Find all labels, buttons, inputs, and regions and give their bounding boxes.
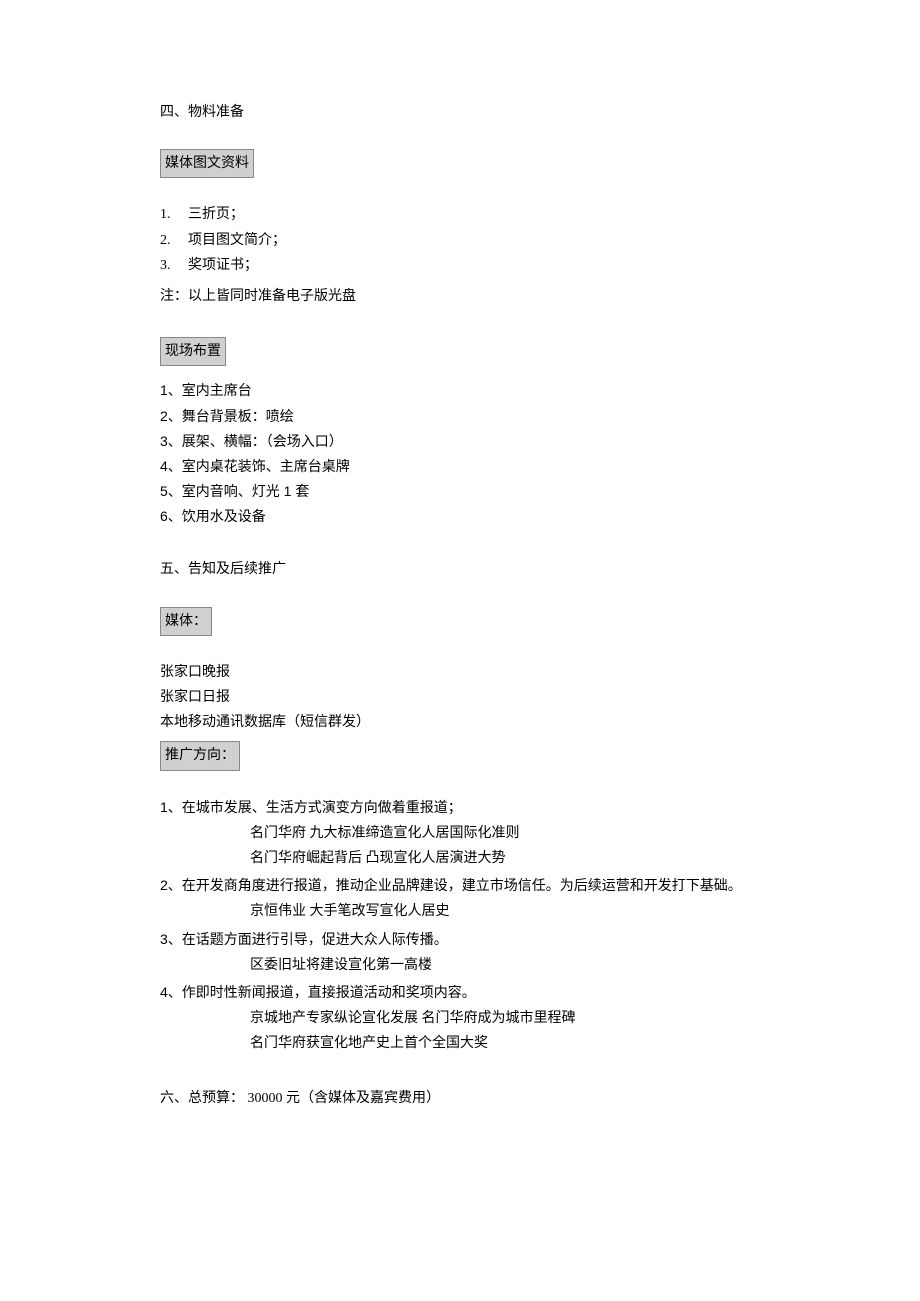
section-6: 六、总预算： 30000 元（含媒体及嘉宾费用） [160, 1086, 760, 1111]
promo-head: 2、在开发商角度进行报道，推动企业品牌建设，建立市场信任。为后续运营和开发打下基… [160, 873, 760, 899]
list-item: 4、室内桌花装饰、主席台桌牌 [160, 454, 760, 479]
media-materials-list: 1.三折页； 2.项目图文简介； 3.奖项证书； [160, 202, 760, 278]
promo-direction-label: 推广方向： [160, 741, 240, 770]
section-6-title: 六、总预算： 30000 元（含媒体及嘉宾费用） [160, 1086, 760, 1111]
item-number: 1 [160, 799, 168, 815]
list-item: 2.项目图文简介； [160, 228, 760, 253]
list-item: 3.奖项证书； [160, 253, 760, 278]
item-number: 3 [160, 931, 168, 947]
item-number: 1. [160, 202, 188, 227]
promo-item: 1、在城市发展、生活方式演变方向做着重报道； 名门华府 九大标准缔造宣化人居国际… [160, 795, 760, 872]
section-5-title: 五、告知及后续推广 [160, 557, 760, 582]
venue-list: 1、室内主席台 2、舞台背景板：喷绘 3、展架、横幅：（会场入口） 4、室内桌花… [160, 378, 760, 529]
item-text: 三折页； [188, 207, 244, 222]
promo-line: 名门华府崛起背后 凸现宣化人居演进大势 [160, 846, 760, 871]
promo-line: 京城地产专家纵论宣化发展 名门华府成为城市里程碑 [160, 1006, 760, 1031]
media-channel-label: 媒体： [160, 607, 212, 636]
promo-head: 3、在话题方面进行引导，促进大众人际传播。 [160, 927, 760, 953]
list-item: 张家口日报 [160, 685, 760, 710]
item-text: 、在城市发展、生活方式演变方向做着重报道； [168, 801, 462, 816]
list-item: 5、室内音响、灯光 1 套 [160, 479, 760, 504]
item-text: 、在开发商角度进行报道，推动企业品牌建设，建立市场信任。为后续运营和开发打下基础… [168, 879, 742, 894]
promo-list: 1、在城市发展、生活方式演变方向做着重报道； 名门华府 九大标准缔造宣化人居国际… [160, 795, 760, 1057]
item-number: 2 [160, 877, 168, 893]
list-item: 本地移动通讯数据库（短信群发） [160, 710, 760, 735]
section-4: 四、物料准备 媒体图文资料 1.三折页； 2.项目图文简介； 3.奖项证书； 注… [160, 100, 760, 529]
promo-item: 4、作即时性新闻报道，直接报道活动和奖项内容。 京城地产专家纵论宣化发展 名门华… [160, 980, 760, 1057]
item-number: 3. [160, 253, 188, 278]
media-channel-list: 张家口晚报 张家口日报 本地移动通讯数据库（短信群发） [160, 660, 760, 736]
item-number: 4 [160, 984, 168, 1000]
item-number: 2. [160, 228, 188, 253]
item-text: 奖项证书； [188, 258, 258, 273]
list-item: 6、饮用水及设备 [160, 504, 760, 529]
list-item: 3、展架、横幅：（会场入口） [160, 429, 760, 454]
promo-item: 2、在开发商角度进行报道，推动企业品牌建设，建立市场信任。为后续运营和开发打下基… [160, 873, 760, 924]
promo-line: 名门华府 九大标准缔造宣化人居国际化准则 [160, 821, 760, 846]
promo-line: 京恒伟业 大手笔改写宣化人居史 [160, 899, 760, 924]
promo-line: 名门华府获宣化地产史上首个全国大奖 [160, 1031, 760, 1056]
item-text: 、作即时性新闻报道，直接报道活动和奖项内容。 [168, 986, 476, 1001]
promo-line: 区委旧址将建设宣化第一高楼 [160, 953, 760, 978]
media-materials-label: 媒体图文资料 [160, 149, 254, 178]
list-item: 2、舞台背景板：喷绘 [160, 404, 760, 429]
section-4-title: 四、物料准备 [160, 100, 760, 125]
list-item: 张家口晚报 [160, 660, 760, 685]
section-5: 五、告知及后续推广 媒体： 张家口晚报 张家口日报 本地移动通讯数据库（短信群发… [160, 557, 760, 1056]
promo-head: 1、在城市发展、生活方式演变方向做着重报道； [160, 795, 760, 821]
item-text: 项目图文简介； [188, 233, 286, 248]
list-item: 1.三折页； [160, 202, 760, 227]
venue-label: 现场布置 [160, 337, 226, 366]
promo-head: 4、作即时性新闻报道，直接报道活动和奖项内容。 [160, 980, 760, 1006]
media-note: 注：以上皆同时准备电子版光盘 [160, 284, 760, 309]
promo-item: 3、在话题方面进行引导，促进大众人际传播。 区委旧址将建设宣化第一高楼 [160, 927, 760, 978]
list-item: 1、室内主席台 [160, 378, 760, 403]
item-text: 、在话题方面进行引导，促进大众人际传播。 [168, 933, 448, 948]
